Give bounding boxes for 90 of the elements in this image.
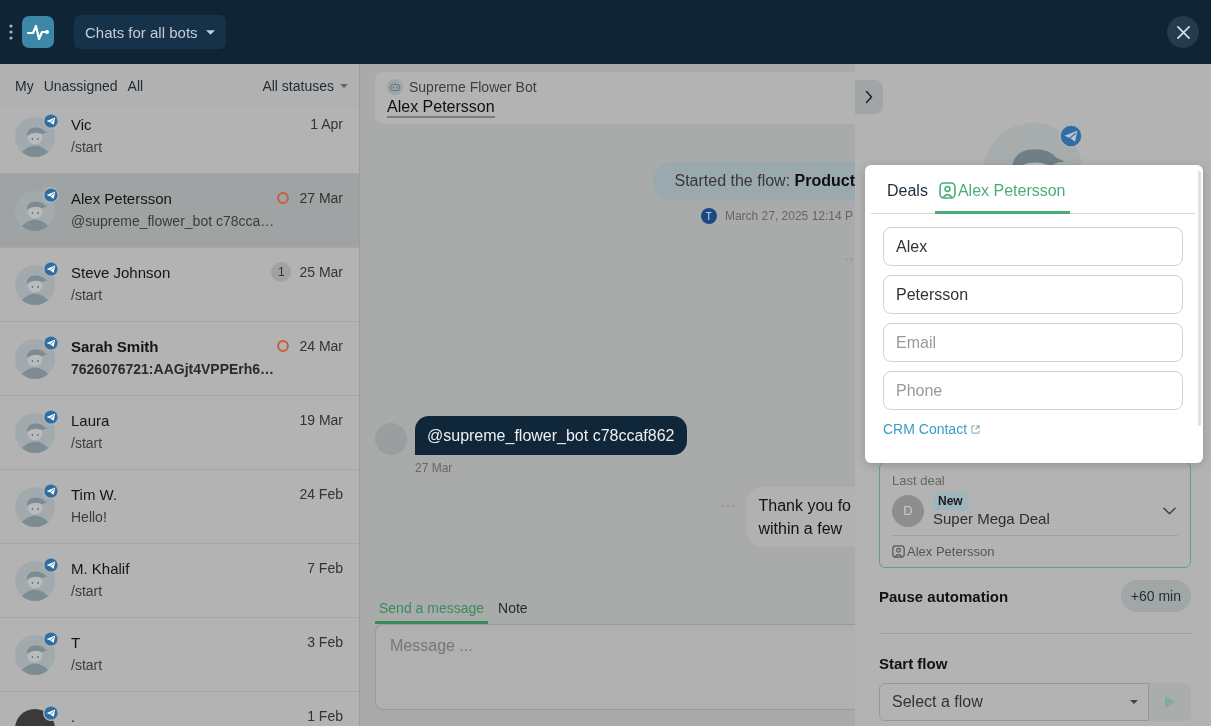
deal-avatar: D xyxy=(892,494,924,527)
view-tab[interactable]: Unassigned xyxy=(43,78,118,94)
contact-name-link[interactable]: Alex Petersson xyxy=(387,97,495,118)
paper-plane-icon xyxy=(43,483,59,499)
message-preview: /start xyxy=(71,656,103,674)
status-filter-dropdown[interactable]: All statuses xyxy=(262,78,348,94)
contact-name: Vic xyxy=(71,115,92,133)
flow-select[interactable]: Select a flow xyxy=(879,683,1149,721)
chat-date: 1 Apr xyxy=(310,116,343,132)
contact-name: T xyxy=(71,633,81,651)
caret-down-icon xyxy=(340,84,348,88)
paper-plane-icon xyxy=(43,113,59,129)
card-tab[interactable]: Deals xyxy=(883,170,932,214)
chevron-right-icon xyxy=(865,90,873,104)
chat-date: 24 Feb xyxy=(299,486,343,502)
message-preview: /start xyxy=(71,138,103,156)
chat-date: 24 Mar xyxy=(299,338,343,354)
chat-date: 7 Feb xyxy=(307,560,343,576)
chat-list-item[interactable]: Alex Petersson 27 Mar @supreme_flower_bot c78cca… xyxy=(0,174,359,248)
message-preview: /start xyxy=(71,582,103,600)
contact-name: Tim W. xyxy=(71,485,118,503)
message-input[interactable]: Message ... xyxy=(375,624,855,710)
message-time: 27 Mar xyxy=(415,461,453,475)
message-preview: /start xyxy=(71,434,103,452)
paper-plane-icon xyxy=(43,631,59,647)
composer-tab[interactable]: Note xyxy=(494,595,532,624)
incoming-message: @supreme_flower_bot c78ccaf862 xyxy=(415,416,687,455)
chat-list-item[interactable]: Sarah Smith 24 Mar 7626076721:AAGjt4VPPErh6… xyxy=(0,322,359,396)
deal-title: Super Mega Deal xyxy=(933,510,1050,528)
external-link-icon xyxy=(970,423,982,435)
contact-field[interactable]: Phone xyxy=(883,371,1183,410)
deal-stage-tag: New xyxy=(933,493,968,510)
view-tab[interactable]: All xyxy=(127,78,144,94)
start-flow-button[interactable] xyxy=(1149,683,1191,721)
chat-list-item[interactable]: Steve Johnson 1 25 Mar /start xyxy=(0,248,359,322)
paper-plane-icon xyxy=(43,409,59,425)
collapse-button[interactable] xyxy=(855,80,883,114)
start-flow-label: Start flow xyxy=(879,656,948,672)
contact-name: Steve Johnson xyxy=(71,263,171,281)
outgoing-message: Thank you fo within a few xyxy=(746,487,855,547)
unread-count: 1 xyxy=(271,262,292,282)
paper-plane-icon xyxy=(43,557,59,573)
deal-contact-name: Alex Petersson xyxy=(907,543,995,559)
paper-plane-icon xyxy=(43,187,59,203)
chat-date: 3 Feb xyxy=(307,634,343,650)
contact-name: Laura xyxy=(71,411,110,429)
chat-date: 1 Feb xyxy=(307,708,343,724)
contact-name: M. Khalif xyxy=(71,559,130,577)
deal-section-label: Last deal xyxy=(892,473,945,489)
caret-down-icon xyxy=(205,29,215,35)
close-icon xyxy=(1176,25,1190,39)
paper-plane-icon xyxy=(1059,124,1083,148)
play-icon xyxy=(1165,696,1175,708)
person-icon xyxy=(892,544,905,558)
more-vertical-icon[interactable] xyxy=(9,24,13,40)
contact-name: Alex Petersson xyxy=(71,189,172,207)
person-icon xyxy=(938,182,956,199)
system-message: Started the flow: Product xyxy=(653,162,855,200)
chat-list-item[interactable]: Laura 19 Mar /start xyxy=(0,396,359,470)
message-preview: Hello! xyxy=(71,508,107,526)
author-avatar: T xyxy=(700,208,717,224)
message-preview: /start xyxy=(71,286,103,304)
paper-plane-icon xyxy=(43,335,59,351)
contact-name: . xyxy=(71,707,76,725)
robot-icon xyxy=(387,79,403,95)
chat-list-item[interactable]: T 3 Feb /start xyxy=(0,618,359,692)
chat-date: 19 Mar xyxy=(299,412,343,428)
chat-list-item[interactable]: M. Khalif 7 Feb /start xyxy=(0,544,359,618)
pause-automation-label: Pause automation xyxy=(879,587,1009,605)
message-preview: 7626076721:AAGjt4VPPErh6… xyxy=(71,360,275,378)
paper-plane-icon xyxy=(43,705,59,721)
message-time: March 27, 2025 12:14 P xyxy=(724,209,853,223)
chat-date: 25 Mar xyxy=(299,264,343,280)
chevron-down-icon[interactable] xyxy=(1163,506,1176,515)
pause-duration-button[interactable]: +60 min xyxy=(1120,580,1191,612)
caret-down-icon xyxy=(1130,700,1138,704)
message-preview: @supreme_flower_bot c78cca… xyxy=(71,212,275,230)
contact-field[interactable]: Email xyxy=(883,323,1183,362)
close-button[interactable] xyxy=(1167,16,1199,48)
paper-plane-icon xyxy=(43,261,59,277)
contact-field[interactable]: Petersson xyxy=(883,275,1183,314)
chat-list-item[interactable]: . 1 Feb xyxy=(0,692,359,726)
contact-field[interactable]: Alex xyxy=(883,227,1183,266)
bot-selector[interactable]: Chats for all bots xyxy=(74,15,226,49)
view-tab[interactable]: My xyxy=(15,78,34,94)
chat-date: 27 Mar xyxy=(299,190,343,206)
bot-name: Supreme Flower Bot xyxy=(409,79,537,95)
contact-name: Sarah Smith xyxy=(71,337,159,355)
pulse-logo-icon[interactable] xyxy=(22,16,54,48)
chat-list-item[interactable]: Tim W. 24 Feb Hello! xyxy=(0,470,359,544)
